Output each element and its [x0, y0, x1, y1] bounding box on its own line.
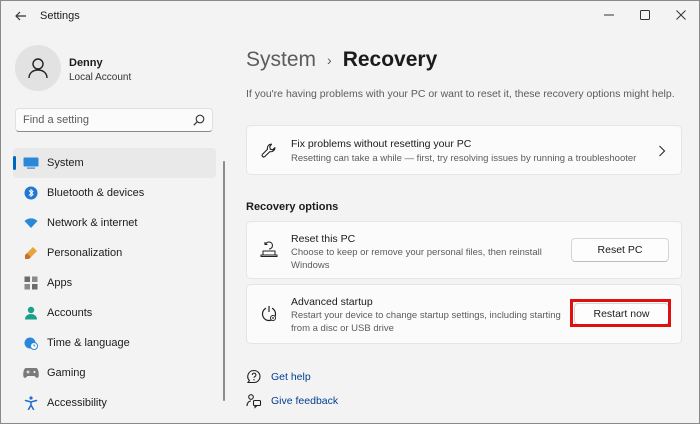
close-button[interactable] — [667, 5, 695, 25]
user-profile[interactable]: Denny Local Account — [15, 45, 215, 93]
reset-pc-description-line1: Choose to keep or remove your personal f… — [291, 247, 542, 258]
app-title: Settings — [40, 10, 80, 22]
give-feedback-label[interactable]: Give feedback — [271, 395, 338, 407]
sidebar-item-bluetooth[interactable]: Bluetooth & devices — [13, 178, 216, 208]
get-help-label[interactable]: Get help — [271, 371, 311, 383]
apps-icon — [23, 276, 39, 290]
sidebar-item-accessibility[interactable]: Accessibility — [13, 388, 216, 418]
search-icon[interactable] — [193, 114, 205, 126]
page-title: Recovery — [342, 48, 438, 71]
bluetooth-icon — [23, 186, 39, 200]
sidebar-item-label: Bluetooth & devices — [47, 187, 145, 199]
minimize-icon — [604, 14, 614, 16]
get-help-link[interactable]: Get help — [246, 368, 311, 386]
reset-pc-title: Reset this PC — [291, 233, 356, 245]
user-name: Denny — [69, 57, 103, 69]
sidebar-item-apps[interactable]: Apps — [13, 268, 216, 298]
sidebar-item-label: Accounts — [47, 307, 93, 319]
globe-clock-icon — [23, 336, 39, 350]
sidebar-item-label: System — [47, 157, 84, 169]
troubleshoot-card[interactable]: Fix problems without resetting your PC R… — [246, 125, 682, 175]
breadcrumb-separator: › — [327, 52, 332, 68]
reset-pc-card: Reset this PC Choose to keep or remove y… — [246, 221, 682, 279]
recovery-options-heading: Recovery options — [246, 201, 339, 213]
search-box[interactable] — [15, 108, 213, 132]
advanced-startup-title: Advanced startup — [291, 296, 373, 308]
close-icon — [676, 10, 686, 20]
breadcrumb-parent[interactable]: System — [246, 48, 316, 72]
advanced-startup-icon — [260, 305, 278, 323]
give-feedback-link[interactable]: Give feedback — [246, 392, 338, 410]
maximize-icon — [640, 10, 650, 20]
sidebar-item-time-language[interactable]: Time & language — [13, 328, 216, 358]
back-arrow-icon — [15, 11, 26, 21]
settings-window: Settings Denny Local Account System — [0, 0, 700, 424]
sidebar-nav: System Bluetooth & devices Network & int… — [13, 148, 216, 418]
back-button[interactable] — [11, 7, 31, 25]
advanced-startup-description-line1: Restart your device to change startup se… — [291, 310, 561, 321]
sidebar-item-label: Personalization — [47, 247, 123, 259]
sidebar-item-label: Network & internet — [47, 217, 138, 229]
page-description: If you're having problems with your PC o… — [246, 88, 675, 100]
wrench-icon — [260, 142, 278, 160]
person-icon — [28, 58, 48, 79]
search-input[interactable] — [23, 113, 183, 127]
system-icon — [23, 156, 39, 170]
maximize-button[interactable] — [631, 5, 659, 25]
sidebar-item-label: Accessibility — [47, 397, 107, 409]
account-type: Local Account — [69, 72, 132, 83]
sidebar-item-label: Time & language — [47, 337, 130, 349]
wifi-icon — [23, 216, 39, 230]
sidebar-item-label: Gaming — [47, 367, 86, 379]
reset-pc-button[interactable]: Reset PC — [571, 238, 669, 262]
gamepad-icon — [23, 366, 39, 380]
sidebar-item-network[interactable]: Network & internet — [13, 208, 216, 238]
troubleshoot-description: Resetting can take a while — first, try … — [291, 153, 637, 164]
accessibility-icon — [23, 396, 39, 410]
brush-icon — [23, 246, 39, 260]
advanced-startup-description-line2: from a disc or USB drive — [291, 322, 394, 334]
reset-pc-description-line2: Windows — [291, 259, 330, 271]
sidebar-item-gaming[interactable]: Gaming — [13, 358, 216, 388]
breadcrumb: System › Recovery — [246, 45, 437, 75]
help-icon — [246, 369, 262, 385]
avatar — [15, 45, 61, 91]
sidebar-item-label: Apps — [47, 277, 73, 289]
chevron-right-icon — [653, 142, 671, 160]
person-icon — [23, 306, 39, 320]
sidebar-item-system[interactable]: System — [13, 148, 216, 178]
troubleshoot-title: Fix problems without resetting your PC — [291, 138, 472, 150]
sidebar-item-accounts[interactable]: Accounts — [13, 298, 216, 328]
restart-now-highlight — [570, 299, 671, 327]
title-bar: Settings — [1, 1, 699, 31]
minimize-button[interactable] — [595, 5, 623, 25]
sidebar-item-personalization[interactable]: Personalization — [13, 238, 216, 268]
reset-pc-icon — [260, 240, 278, 258]
sidebar-scrollbar[interactable] — [223, 161, 225, 401]
feedback-icon — [246, 393, 262, 409]
